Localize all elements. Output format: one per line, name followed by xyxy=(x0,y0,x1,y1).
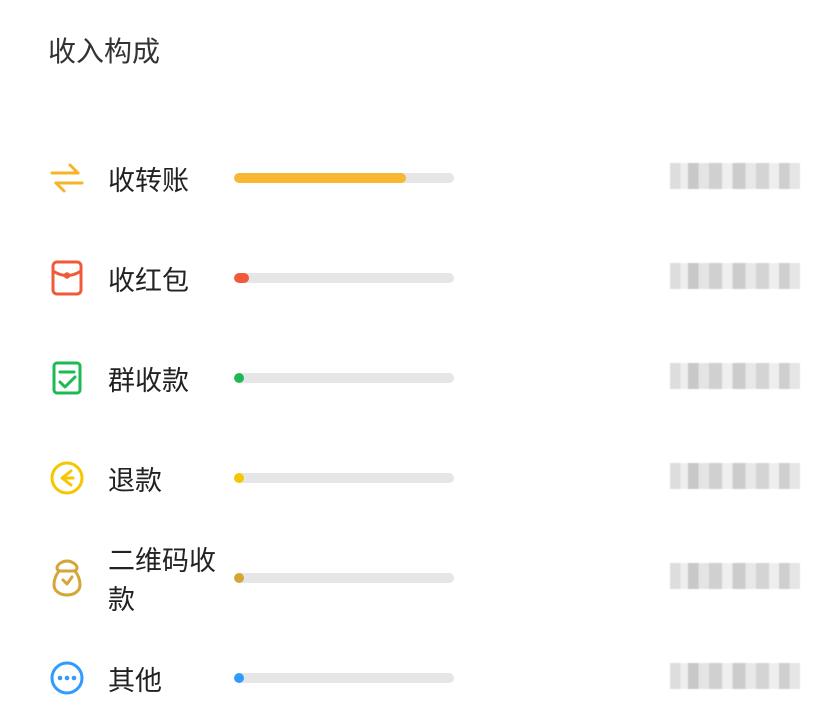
progress-bar xyxy=(234,673,454,683)
progress-bar xyxy=(234,173,454,183)
amount-value xyxy=(658,563,828,594)
item-label: 二维码收款 xyxy=(108,546,216,615)
list-item[interactable]: 退款 xyxy=(48,428,828,528)
progress-bar xyxy=(234,373,454,383)
red-packet-icon xyxy=(48,259,86,297)
item-label: 收红包 xyxy=(108,266,189,296)
item-label: 群收款 xyxy=(108,366,189,396)
item-label: 收转账 xyxy=(108,166,189,196)
progress-bar xyxy=(234,573,454,583)
progress-bar xyxy=(234,473,454,483)
item-label: 其他 xyxy=(108,666,162,696)
group-collect-icon xyxy=(48,359,86,397)
progress-bar xyxy=(234,273,454,283)
item-label: 退款 xyxy=(108,466,162,496)
refund-icon xyxy=(48,459,86,497)
list-item[interactable]: 其他 xyxy=(48,628,828,728)
section-title: 收入构成 xyxy=(48,30,828,70)
qr-collect-icon xyxy=(48,559,86,597)
income-composition-list: 收转账 收红包 群收款 xyxy=(48,128,828,728)
amount-value xyxy=(658,263,828,294)
amount-value xyxy=(658,163,828,194)
list-item[interactable]: 收转账 xyxy=(48,128,828,228)
list-item[interactable]: 群收款 xyxy=(48,328,828,428)
transfer-icon xyxy=(48,159,86,197)
list-item[interactable]: 收红包 xyxy=(48,228,828,328)
more-icon xyxy=(48,659,86,697)
amount-value xyxy=(658,363,828,394)
amount-value xyxy=(658,463,828,494)
amount-value xyxy=(658,663,828,694)
list-item[interactable]: 二维码收款 xyxy=(48,528,828,628)
